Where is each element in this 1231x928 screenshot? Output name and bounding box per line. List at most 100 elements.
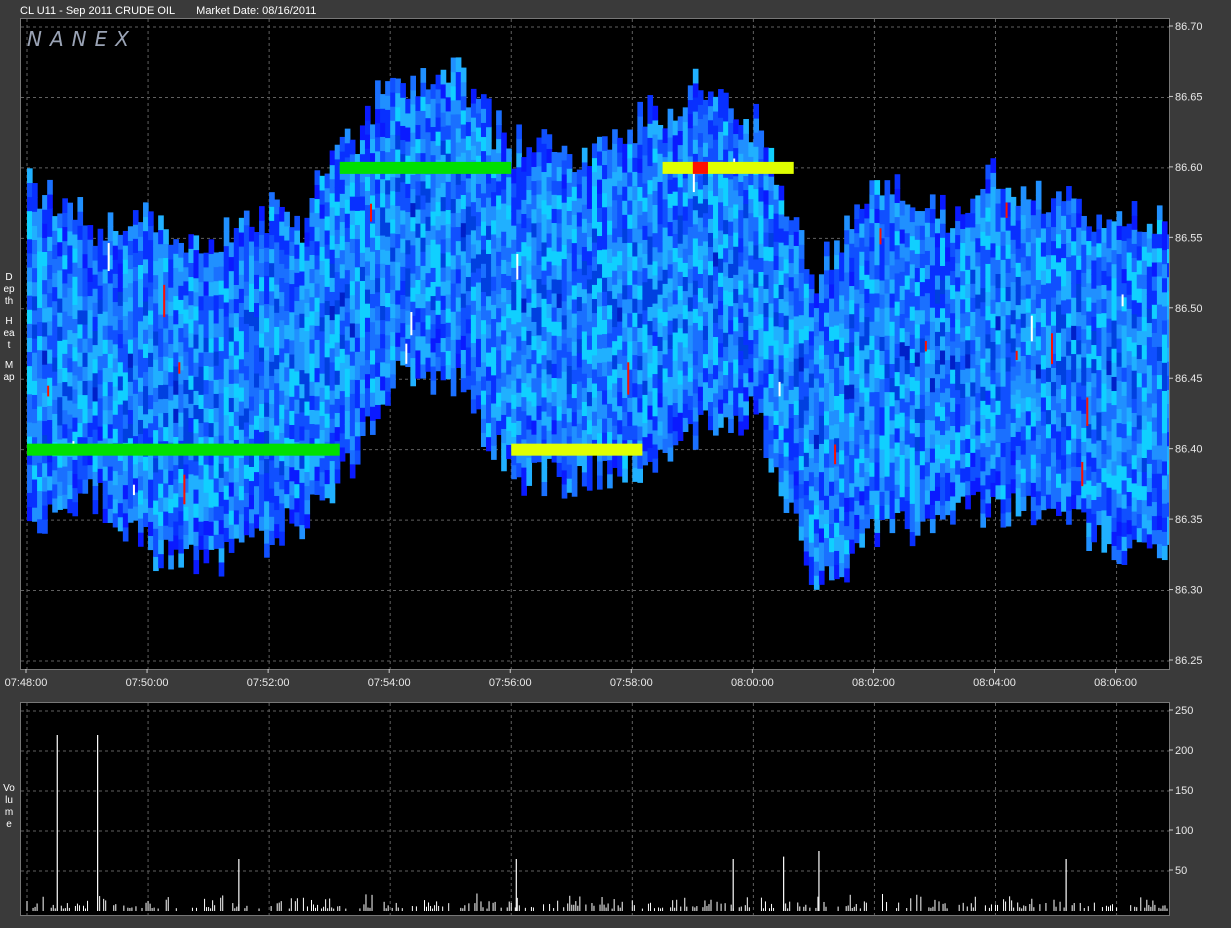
heat-cell	[849, 539, 855, 554]
heat-cell	[279, 502, 285, 518]
heat-cell	[874, 377, 881, 393]
heat-cell	[647, 404, 654, 420]
heat-cell	[117, 389, 124, 405]
heat-cell	[1035, 180, 1042, 196]
heat-cell	[400, 336, 406, 352]
heat-cell	[1000, 315, 1007, 331]
heat-cell	[793, 329, 800, 345]
heat-cell	[990, 383, 997, 399]
heat-cell	[919, 211, 926, 226]
heat-cell	[1071, 381, 1077, 397]
heat-cell	[1101, 298, 1108, 314]
heat-cell	[758, 299, 765, 315]
heat-cell	[339, 432, 346, 448]
heat-cell	[1056, 346, 1062, 362]
heat-cell	[960, 312, 966, 328]
heat-cell	[607, 318, 613, 334]
heat-cell	[32, 352, 38, 367]
heat-cell	[602, 206, 608, 222]
heat-cell	[627, 284, 633, 300]
heat-cell	[753, 272, 760, 288]
heat-cell	[1035, 321, 1042, 337]
heat-cell	[839, 365, 845, 380]
heat-cell	[854, 274, 860, 290]
heat-cell	[637, 327, 643, 342]
heat-cell	[178, 412, 184, 427]
heat-cell	[652, 176, 659, 191]
heat-cell	[975, 223, 981, 239]
heat-cell	[480, 94, 487, 109]
heat-cell	[148, 267, 154, 283]
heat-cell	[299, 313, 306, 328]
heat-cell	[1005, 328, 1012, 344]
heat-cell	[758, 200, 765, 216]
heat-cell	[1005, 385, 1012, 400]
heat-cell	[697, 259, 704, 275]
heat-cell	[339, 221, 346, 237]
heat-cell	[516, 392, 522, 407]
heat-cell	[82, 408, 89, 424]
heat-cell	[803, 494, 810, 510]
heat-cell	[137, 334, 144, 350]
heat-cell	[586, 377, 593, 393]
heat-cell	[107, 282, 114, 298]
heat-cell	[435, 131, 442, 146]
heat-cell	[57, 312, 63, 327]
heat-cell	[339, 235, 346, 251]
heat-cell	[57, 283, 63, 299]
heat-cell	[395, 177, 401, 192]
heat-cell	[430, 126, 437, 142]
heat-cell	[546, 387, 553, 403]
heat-cell	[985, 361, 992, 377]
heat-cell	[718, 229, 724, 245]
heat-cell	[950, 242, 956, 257]
heat-cell	[884, 306, 891, 322]
heat-cell	[536, 334, 543, 350]
heat-cell	[1106, 388, 1113, 404]
heat-cell	[1005, 314, 1012, 330]
heat-cell	[1040, 298, 1047, 313]
heat-cell	[950, 354, 956, 370]
heat-cell	[269, 234, 275, 250]
heat-cell	[758, 327, 765, 343]
heat-cell	[829, 551, 835, 567]
heat-cell	[435, 286, 442, 301]
heat-cell	[390, 148, 396, 164]
heat-cell	[763, 358, 770, 374]
heat-cell	[1071, 283, 1077, 298]
heat-cell	[561, 357, 568, 372]
heat-cell	[632, 368, 638, 384]
heat-cell	[677, 214, 684, 230]
heat-cell	[713, 265, 719, 281]
heat-cell	[148, 338, 154, 353]
heat-cell	[420, 96, 427, 111]
heat-cell	[480, 235, 487, 250]
heat-cell	[1081, 370, 1087, 386]
heat-cell	[168, 329, 174, 345]
heat-cell	[198, 507, 205, 522]
heat-cell	[491, 360, 497, 376]
heat-cell	[940, 209, 946, 224]
heat-cell	[37, 250, 43, 266]
heat-cell	[536, 137, 543, 153]
heat-cell	[496, 321, 502, 337]
heat-cell	[617, 250, 623, 266]
heat-cell	[829, 438, 835, 454]
heat-cell	[440, 210, 447, 226]
heat-cell	[440, 140, 447, 155]
heat-cell	[864, 203, 870, 219]
heat-cell	[1050, 494, 1057, 509]
heat-cell	[208, 394, 215, 410]
heat-cell	[334, 158, 341, 174]
heat-cell	[1081, 497, 1087, 513]
heat-cell	[602, 136, 608, 151]
heat-cell	[163, 384, 169, 399]
heat-cell	[289, 325, 295, 341]
heat-cell	[909, 404, 916, 420]
heat-cell	[127, 465, 134, 481]
heat-cell	[107, 381, 114, 397]
heat-cell	[148, 309, 154, 325]
heat-cell	[526, 259, 533, 275]
heat-cell	[738, 139, 744, 154]
heat-cell	[324, 173, 331, 189]
